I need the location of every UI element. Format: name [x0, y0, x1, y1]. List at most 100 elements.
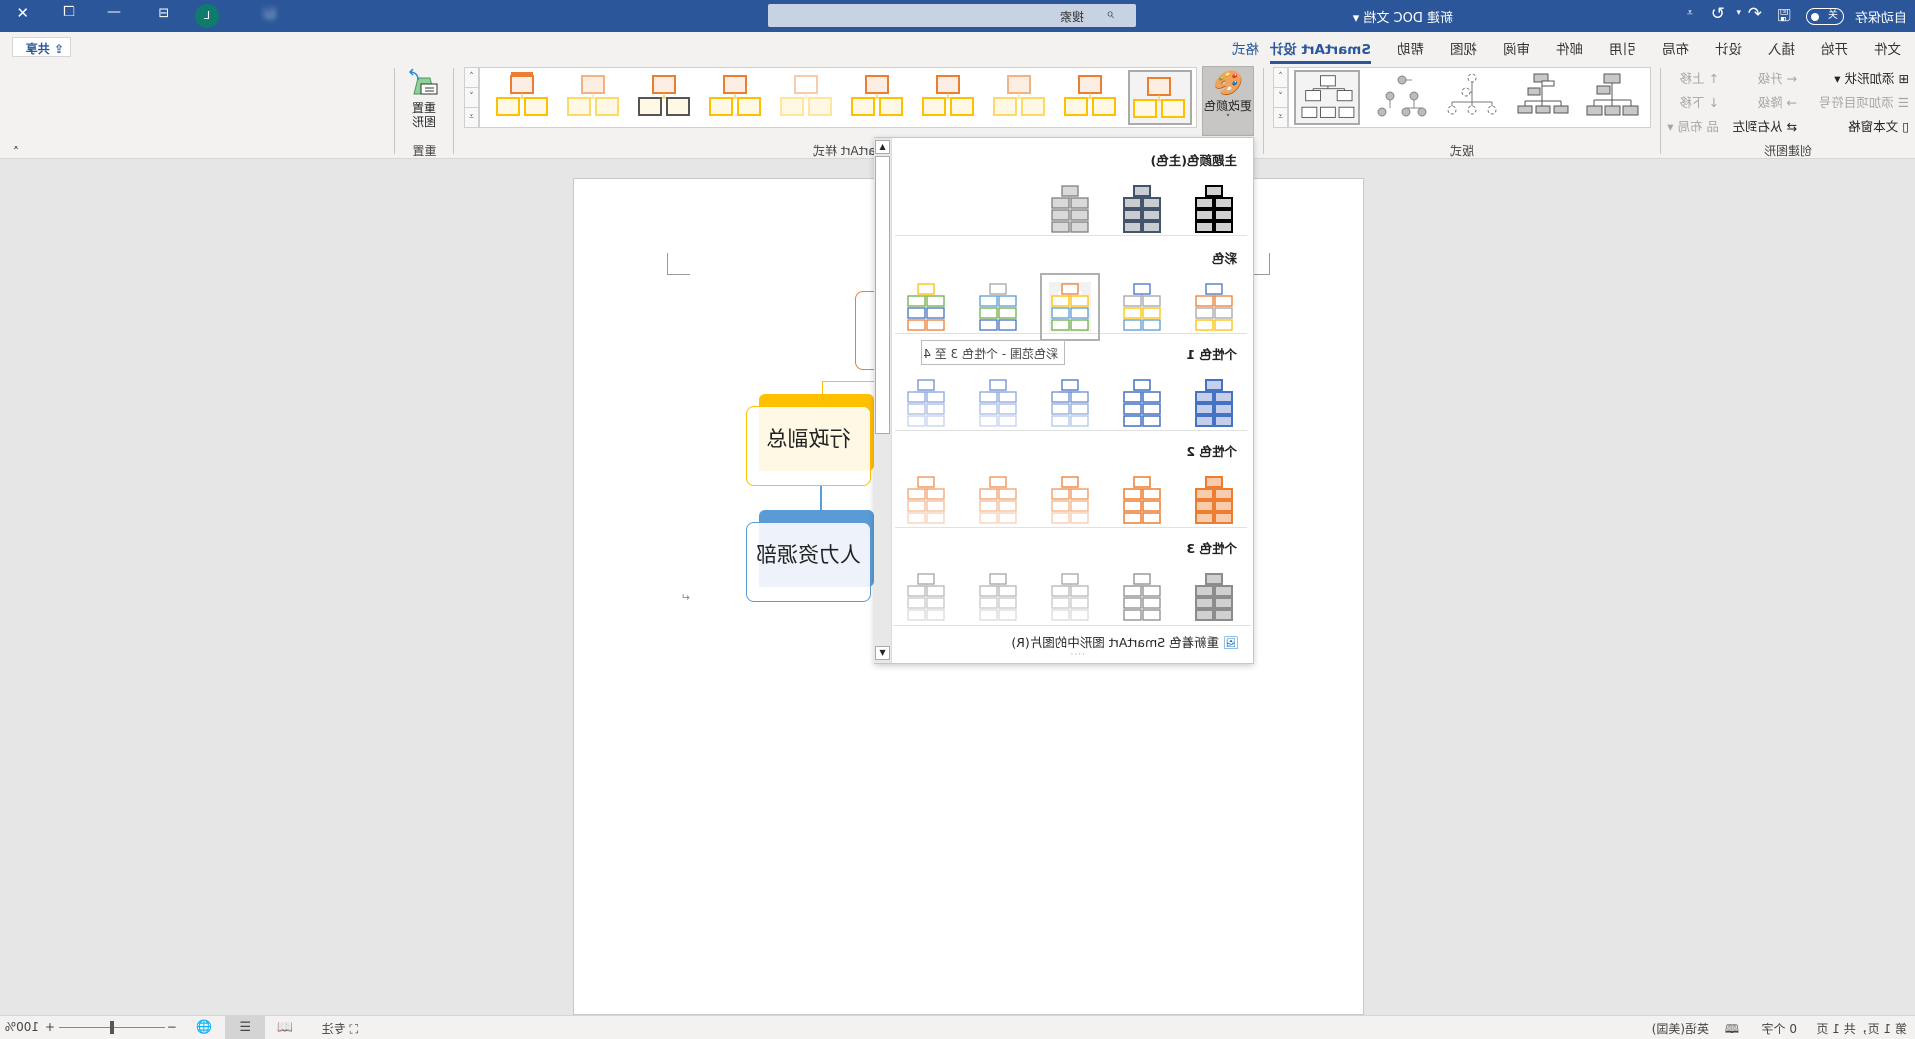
language[interactable]: 英语(美国): [1652, 1020, 1709, 1037]
scroll-down-icon[interactable]: ▼: [875, 646, 890, 660]
layout-option-org-chart[interactable]: [1580, 70, 1644, 125]
demote-button[interactable]: → 降级: [1758, 92, 1797, 111]
scroll-up-icon[interactable]: ˄: [465, 68, 478, 88]
tab-0[interactable]: 文件: [1874, 38, 1901, 58]
color-option[interactable]: [1121, 184, 1163, 234]
change-colors-button[interactable]: 🎨 更改颜色 ˅: [1202, 66, 1254, 136]
tab-9[interactable]: 帮助: [1397, 38, 1424, 58]
layout-button[interactable]: 品 布局 ▾: [1667, 116, 1719, 135]
smartart-style-option[interactable]: [489, 70, 553, 125]
smartart-style-option[interactable]: [915, 70, 979, 125]
layout-option-half-circle-org-chart[interactable]: [1440, 70, 1504, 125]
tab-2[interactable]: 插入: [1768, 38, 1795, 58]
color-option[interactable]: [1121, 282, 1163, 332]
color-option[interactable]: [977, 475, 1019, 525]
zoom-in-button[interactable]: +: [45, 1020, 55, 1034]
zoom-level[interactable]: 100%: [5, 1020, 39, 1034]
collapse-ribbon-icon[interactable]: ˄: [13, 145, 19, 159]
scroll-down-icon[interactable]: ˅: [465, 88, 478, 108]
color-option[interactable]: [1121, 475, 1163, 525]
smartart-style-option[interactable]: [986, 70, 1050, 125]
tab-6[interactable]: 邮件: [1556, 38, 1583, 58]
share-button[interactable]: ⇪ 共享: [12, 37, 71, 57]
color-option-selected[interactable]: [1040, 273, 1100, 341]
focus-mode[interactable]: ⛶ 专注: [322, 1020, 358, 1037]
tab-8[interactable]: 视图: [1450, 38, 1477, 58]
color-option[interactable]: [1049, 572, 1091, 622]
smartart-style-option[interactable]: [1128, 70, 1192, 125]
styles-gallery-scroll[interactable]: ˄ ˅ ⩡: [464, 67, 479, 128]
layouts-gallery-scroll[interactable]: ˄ ˅ ⩡: [1273, 67, 1288, 128]
color-option[interactable]: [905, 378, 947, 428]
color-option[interactable]: [1121, 378, 1163, 428]
smartart-style-option[interactable]: [702, 70, 766, 125]
search-box[interactable]: ⌕ 搜索: [768, 4, 1136, 27]
color-option[interactable]: [905, 475, 947, 525]
add-shape-button[interactable]: ⊞ 添加形状 ▾: [1834, 68, 1909, 87]
word-count[interactable]: 0 个字: [1762, 1020, 1797, 1037]
org-node-vp-admin-text[interactable]: 行政副总: [746, 423, 871, 453]
read-mode-icon[interactable]: 📖: [277, 1020, 293, 1035]
tab-10[interactable]: SmartArt 设计: [1269, 38, 1371, 64]
color-option[interactable]: [1193, 282, 1235, 332]
gallery-expand-icon[interactable]: ⩡: [1274, 108, 1287, 128]
resize-grip-icon[interactable]: ····: [1070, 650, 1085, 660]
move-up-button[interactable]: ↑ 上移: [1680, 68, 1719, 87]
scrollbar-thumb[interactable]: [875, 156, 890, 434]
web-layout-icon[interactable]: 🌐: [196, 1020, 212, 1035]
color-option[interactable]: [905, 572, 947, 622]
gallery-expand-icon[interactable]: ⩡: [465, 108, 478, 128]
layout-option-hierarchy-selected[interactable]: [1294, 70, 1360, 125]
color-option[interactable]: [1049, 184, 1091, 234]
tab-5[interactable]: 引用: [1609, 38, 1636, 58]
tab-1[interactable]: 开始: [1821, 38, 1848, 58]
add-bullet-button[interactable]: ☰ 添加项目符号: [1819, 92, 1909, 111]
scroll-up-icon[interactable]: ▲: [875, 140, 890, 154]
tab-7[interactable]: 审阅: [1503, 38, 1530, 58]
color-option[interactable]: [977, 378, 1019, 428]
document-title[interactable]: 新建 DOC 文档 ▾: [1353, 7, 1453, 26]
color-option[interactable]: [1193, 184, 1235, 234]
undo-dropdown-icon[interactable]: ▾: [1736, 8, 1741, 18]
restore-icon[interactable]: ❐: [63, 5, 75, 20]
minimize-icon[interactable]: —: [107, 4, 121, 20]
layout-option-name-title-org-chart[interactable]: [1510, 70, 1574, 125]
menu-scrollbar[interactable]: ▲ ▼: [874, 138, 892, 663]
color-option[interactable]: [977, 572, 1019, 622]
color-option[interactable]: [1049, 475, 1091, 525]
zoom-out-button[interactable]: −: [167, 1020, 177, 1034]
color-option[interactable]: [977, 282, 1019, 332]
tab-11[interactable]: 格式: [1232, 38, 1259, 58]
zoom-slider-thumb[interactable]: [110, 1021, 114, 1034]
redo-icon[interactable]: ↻: [1711, 4, 1725, 24]
org-node-hr-text[interactable]: 人力资源部: [746, 539, 871, 569]
smartart-style-option[interactable]: [1057, 70, 1121, 125]
color-option[interactable]: [1121, 572, 1163, 622]
right-to-left-button[interactable]: ⇄ 从右到左: [1733, 116, 1797, 135]
smartart-style-option[interactable]: [560, 70, 624, 125]
reset-graphic-button[interactable]: 重置图形: [399, 68, 449, 129]
scroll-up-icon[interactable]: ˄: [1274, 68, 1287, 88]
color-option[interactable]: [1193, 378, 1235, 428]
autosave-toggle[interactable]: 关: [1806, 8, 1844, 25]
color-option[interactable]: [905, 282, 947, 332]
page-count[interactable]: 第 1 页，共 1 页: [1816, 1020, 1907, 1037]
layout-option-circle-picture-hierarchy[interactable]: [1370, 70, 1434, 125]
move-down-button[interactable]: ↓ 下移: [1680, 92, 1719, 111]
close-icon[interactable]: ✕: [16, 4, 29, 22]
user-avatar[interactable]: L: [195, 4, 219, 28]
color-option[interactable]: [1193, 475, 1235, 525]
promote-button[interactable]: ← 升级: [1758, 68, 1797, 87]
color-option[interactable]: [1193, 572, 1235, 622]
tab-4[interactable]: 布局: [1662, 38, 1689, 58]
smartart-style-option[interactable]: [844, 70, 908, 125]
scroll-down-icon[interactable]: ˅: [1274, 88, 1287, 108]
undo-icon[interactable]: ↶: [1748, 4, 1762, 24]
tab-3[interactable]: 设计: [1715, 38, 1742, 58]
customize-toolbar-icon[interactable]: ⩡: [1687, 6, 1693, 20]
text-pane-button[interactable]: ▯ 文本窗格: [1848, 116, 1909, 135]
proofing-icon[interactable]: 🕮: [1725, 1020, 1739, 1039]
color-option[interactable]: [1049, 378, 1091, 428]
save-icon[interactable]: 🖫: [1777, 5, 1791, 32]
smartart-style-option[interactable]: [631, 70, 695, 125]
